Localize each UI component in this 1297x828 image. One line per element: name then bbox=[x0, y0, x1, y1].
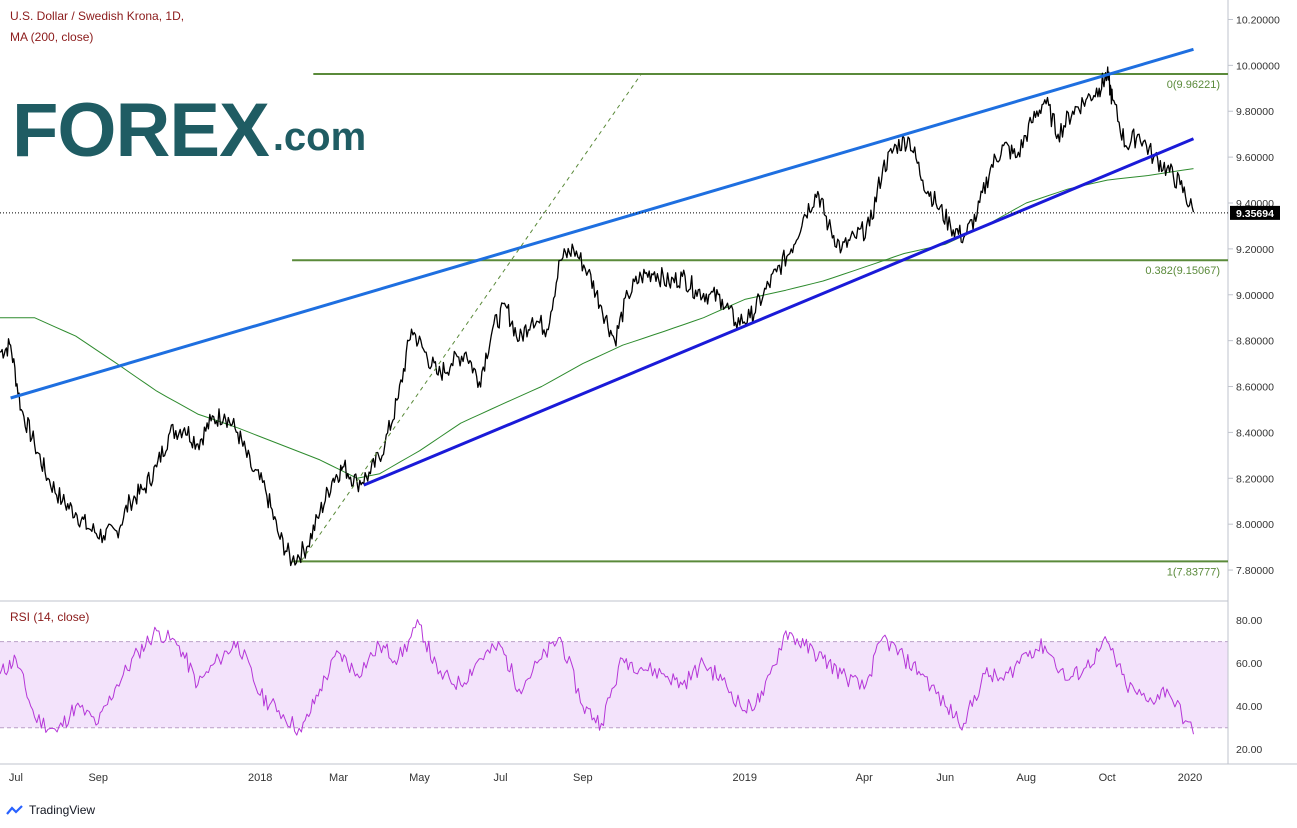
fib-level-label: 0.382(9.15067) bbox=[1145, 265, 1220, 277]
price-axis-label: 8.60000 bbox=[1236, 382, 1274, 394]
price-axis-label: 9.00000 bbox=[1236, 290, 1274, 302]
tradingview-logo-icon bbox=[6, 805, 23, 815]
price-axis-label: 8.80000 bbox=[1236, 336, 1274, 348]
rsi-axis-label: 60.00 bbox=[1236, 658, 1262, 670]
price-axis-label: 10.20000 bbox=[1236, 14, 1280, 26]
rsi-indicator-label: RSI (14, close) bbox=[10, 610, 89, 624]
forex-logo: FOREX .com bbox=[12, 88, 367, 173]
time-axis-label: Mar bbox=[329, 772, 348, 784]
time-axis-label: Oct bbox=[1099, 772, 1116, 784]
fib-level-label: 0(9.96221) bbox=[1167, 79, 1220, 91]
chart-title: U.S. Dollar / Swedish Krona, 1D, bbox=[10, 9, 184, 23]
footer-brand[interactable]: TradingView bbox=[6, 800, 95, 820]
time-axis-label: 2018 bbox=[248, 772, 272, 784]
time-axis-label: May bbox=[409, 772, 430, 784]
time-axis-label: Apr bbox=[856, 772, 873, 784]
price-axis-label: 7.80000 bbox=[1236, 565, 1274, 577]
time-axis-label: Aug bbox=[1016, 772, 1036, 784]
rsi-axis-label: 40.00 bbox=[1236, 701, 1262, 713]
time-axis-label: 2020 bbox=[1178, 772, 1202, 784]
time-axis-label: Jul bbox=[493, 772, 507, 784]
ma-indicator-label: MA (200, close) bbox=[10, 30, 93, 44]
rsi-overbought-oversold-band bbox=[0, 641, 1228, 728]
rsi-axis-label: 80.00 bbox=[1236, 615, 1262, 627]
tradingview-label: TradingView bbox=[29, 803, 96, 817]
price-axis-label: 8.20000 bbox=[1236, 473, 1274, 485]
price-axis-label: 8.40000 bbox=[1236, 427, 1274, 439]
time-axis-label: Sep bbox=[88, 772, 108, 784]
price-axis-label: 8.00000 bbox=[1236, 519, 1274, 531]
time-axis-label: Jul bbox=[9, 772, 23, 784]
logo-wordmark: FOREX bbox=[12, 88, 270, 173]
price-axis-label: 9.80000 bbox=[1236, 106, 1274, 118]
rsi-axis-label: 20.00 bbox=[1236, 744, 1262, 756]
time-axis-label: Sep bbox=[573, 772, 593, 784]
fib-level-label: 1(7.83777) bbox=[1167, 566, 1220, 578]
price-axis-label: 9.60000 bbox=[1236, 152, 1274, 164]
logo-suffix: .com bbox=[272, 114, 367, 159]
price-axis-label: 10.00000 bbox=[1236, 60, 1280, 72]
price-axis-label: 9.20000 bbox=[1236, 244, 1274, 256]
last-price-label: 9.35694 bbox=[1236, 208, 1274, 220]
time-axis-label: 2019 bbox=[733, 772, 757, 784]
time-axis-label: Jun bbox=[936, 772, 954, 784]
